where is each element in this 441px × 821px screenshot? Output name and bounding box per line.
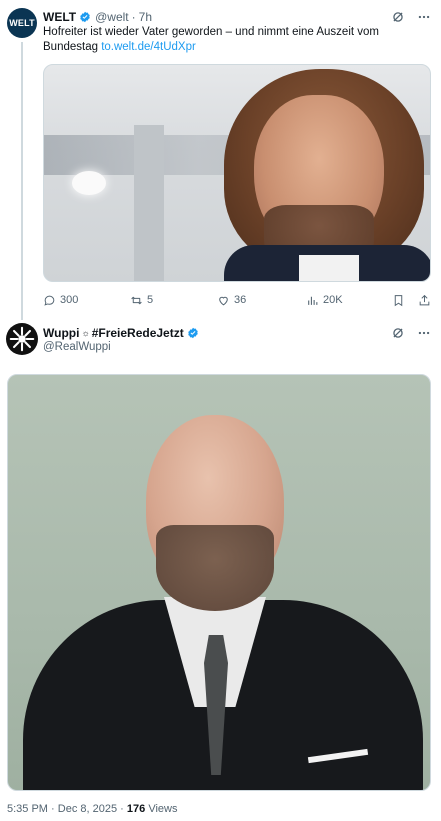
views-button[interactable]: 20K bbox=[306, 294, 391, 307]
tweet-header: WELT @welt · 7h bbox=[43, 8, 431, 26]
separator: · bbox=[51, 803, 55, 815]
post-time[interactable]: 5:35 PM bbox=[7, 803, 48, 815]
repost-count: 5 bbox=[147, 294, 154, 306]
author-name[interactable]: Wuppi bbox=[43, 326, 79, 340]
tweet-header: Wuppi ☼ #FreieRedeJetzt bbox=[43, 325, 431, 341]
like-count: 36 bbox=[234, 294, 247, 306]
tweet-text: Hofreiter ist wieder Vater geworden – un… bbox=[43, 25, 423, 55]
tweet-link[interactable]: to.welt.de/4tUdXpr bbox=[101, 41, 196, 53]
image-light bbox=[72, 171, 106, 195]
views-count: 20K bbox=[322, 294, 343, 306]
tweet-actions: 300 5 36 20K bbox=[43, 292, 431, 308]
parent-tweet[interactable]: WELT WELT @welt · 7h Hofreiter ist wiede… bbox=[0, 0, 441, 320]
avatar-emblem-icon bbox=[7, 324, 37, 354]
more-icon[interactable] bbox=[417, 10, 431, 24]
author-name-tag[interactable]: #FreieRedeJetzt bbox=[92, 326, 184, 340]
separator: · bbox=[120, 803, 124, 815]
separator: · bbox=[131, 10, 136, 24]
verified-icon bbox=[187, 327, 198, 339]
reply-button[interactable]: 300 bbox=[43, 294, 130, 307]
grok-icon[interactable] bbox=[391, 326, 405, 340]
name-symbol: ☼ bbox=[81, 328, 90, 338]
post-date[interactable]: Dec 8, 2025 bbox=[58, 803, 117, 815]
tweet-body: Hofreiter ist wieder Vater geworden – un… bbox=[43, 26, 379, 53]
tweet-image[interactable] bbox=[43, 64, 431, 282]
grok-icon[interactable] bbox=[391, 10, 405, 24]
views-label: Views bbox=[148, 803, 178, 815]
person-beard bbox=[156, 525, 274, 611]
author-handle[interactable]: @RealWuppi bbox=[43, 341, 111, 353]
tweet-meta: 5:35 PM · Dec 8, 2025 · 176 Views bbox=[7, 803, 177, 815]
timestamp[interactable]: 7h bbox=[139, 10, 152, 24]
image-background-column bbox=[134, 125, 164, 281]
like-button[interactable]: 36 bbox=[217, 294, 306, 307]
more-icon[interactable] bbox=[417, 326, 431, 340]
verified-icon bbox=[80, 11, 90, 23]
avatar[interactable]: WELT bbox=[7, 8, 37, 38]
avatar[interactable] bbox=[6, 323, 38, 355]
author-name[interactable]: WELT bbox=[43, 10, 76, 24]
author-handle[interactable]: @welt bbox=[95, 10, 129, 24]
reply-count: 300 bbox=[60, 294, 79, 306]
tweet-image[interactable] bbox=[7, 374, 431, 791]
reply-icon bbox=[44, 295, 55, 306]
person-shirt bbox=[299, 255, 359, 281]
views-count: 176 bbox=[126, 803, 146, 815]
like-icon bbox=[219, 296, 228, 305]
repost-icon bbox=[131, 296, 142, 304]
share-icon[interactable] bbox=[417, 293, 431, 307]
bookmark-icon[interactable] bbox=[391, 293, 405, 307]
views-icon bbox=[308, 296, 318, 305]
repost-button[interactable]: 5 bbox=[130, 294, 217, 307]
